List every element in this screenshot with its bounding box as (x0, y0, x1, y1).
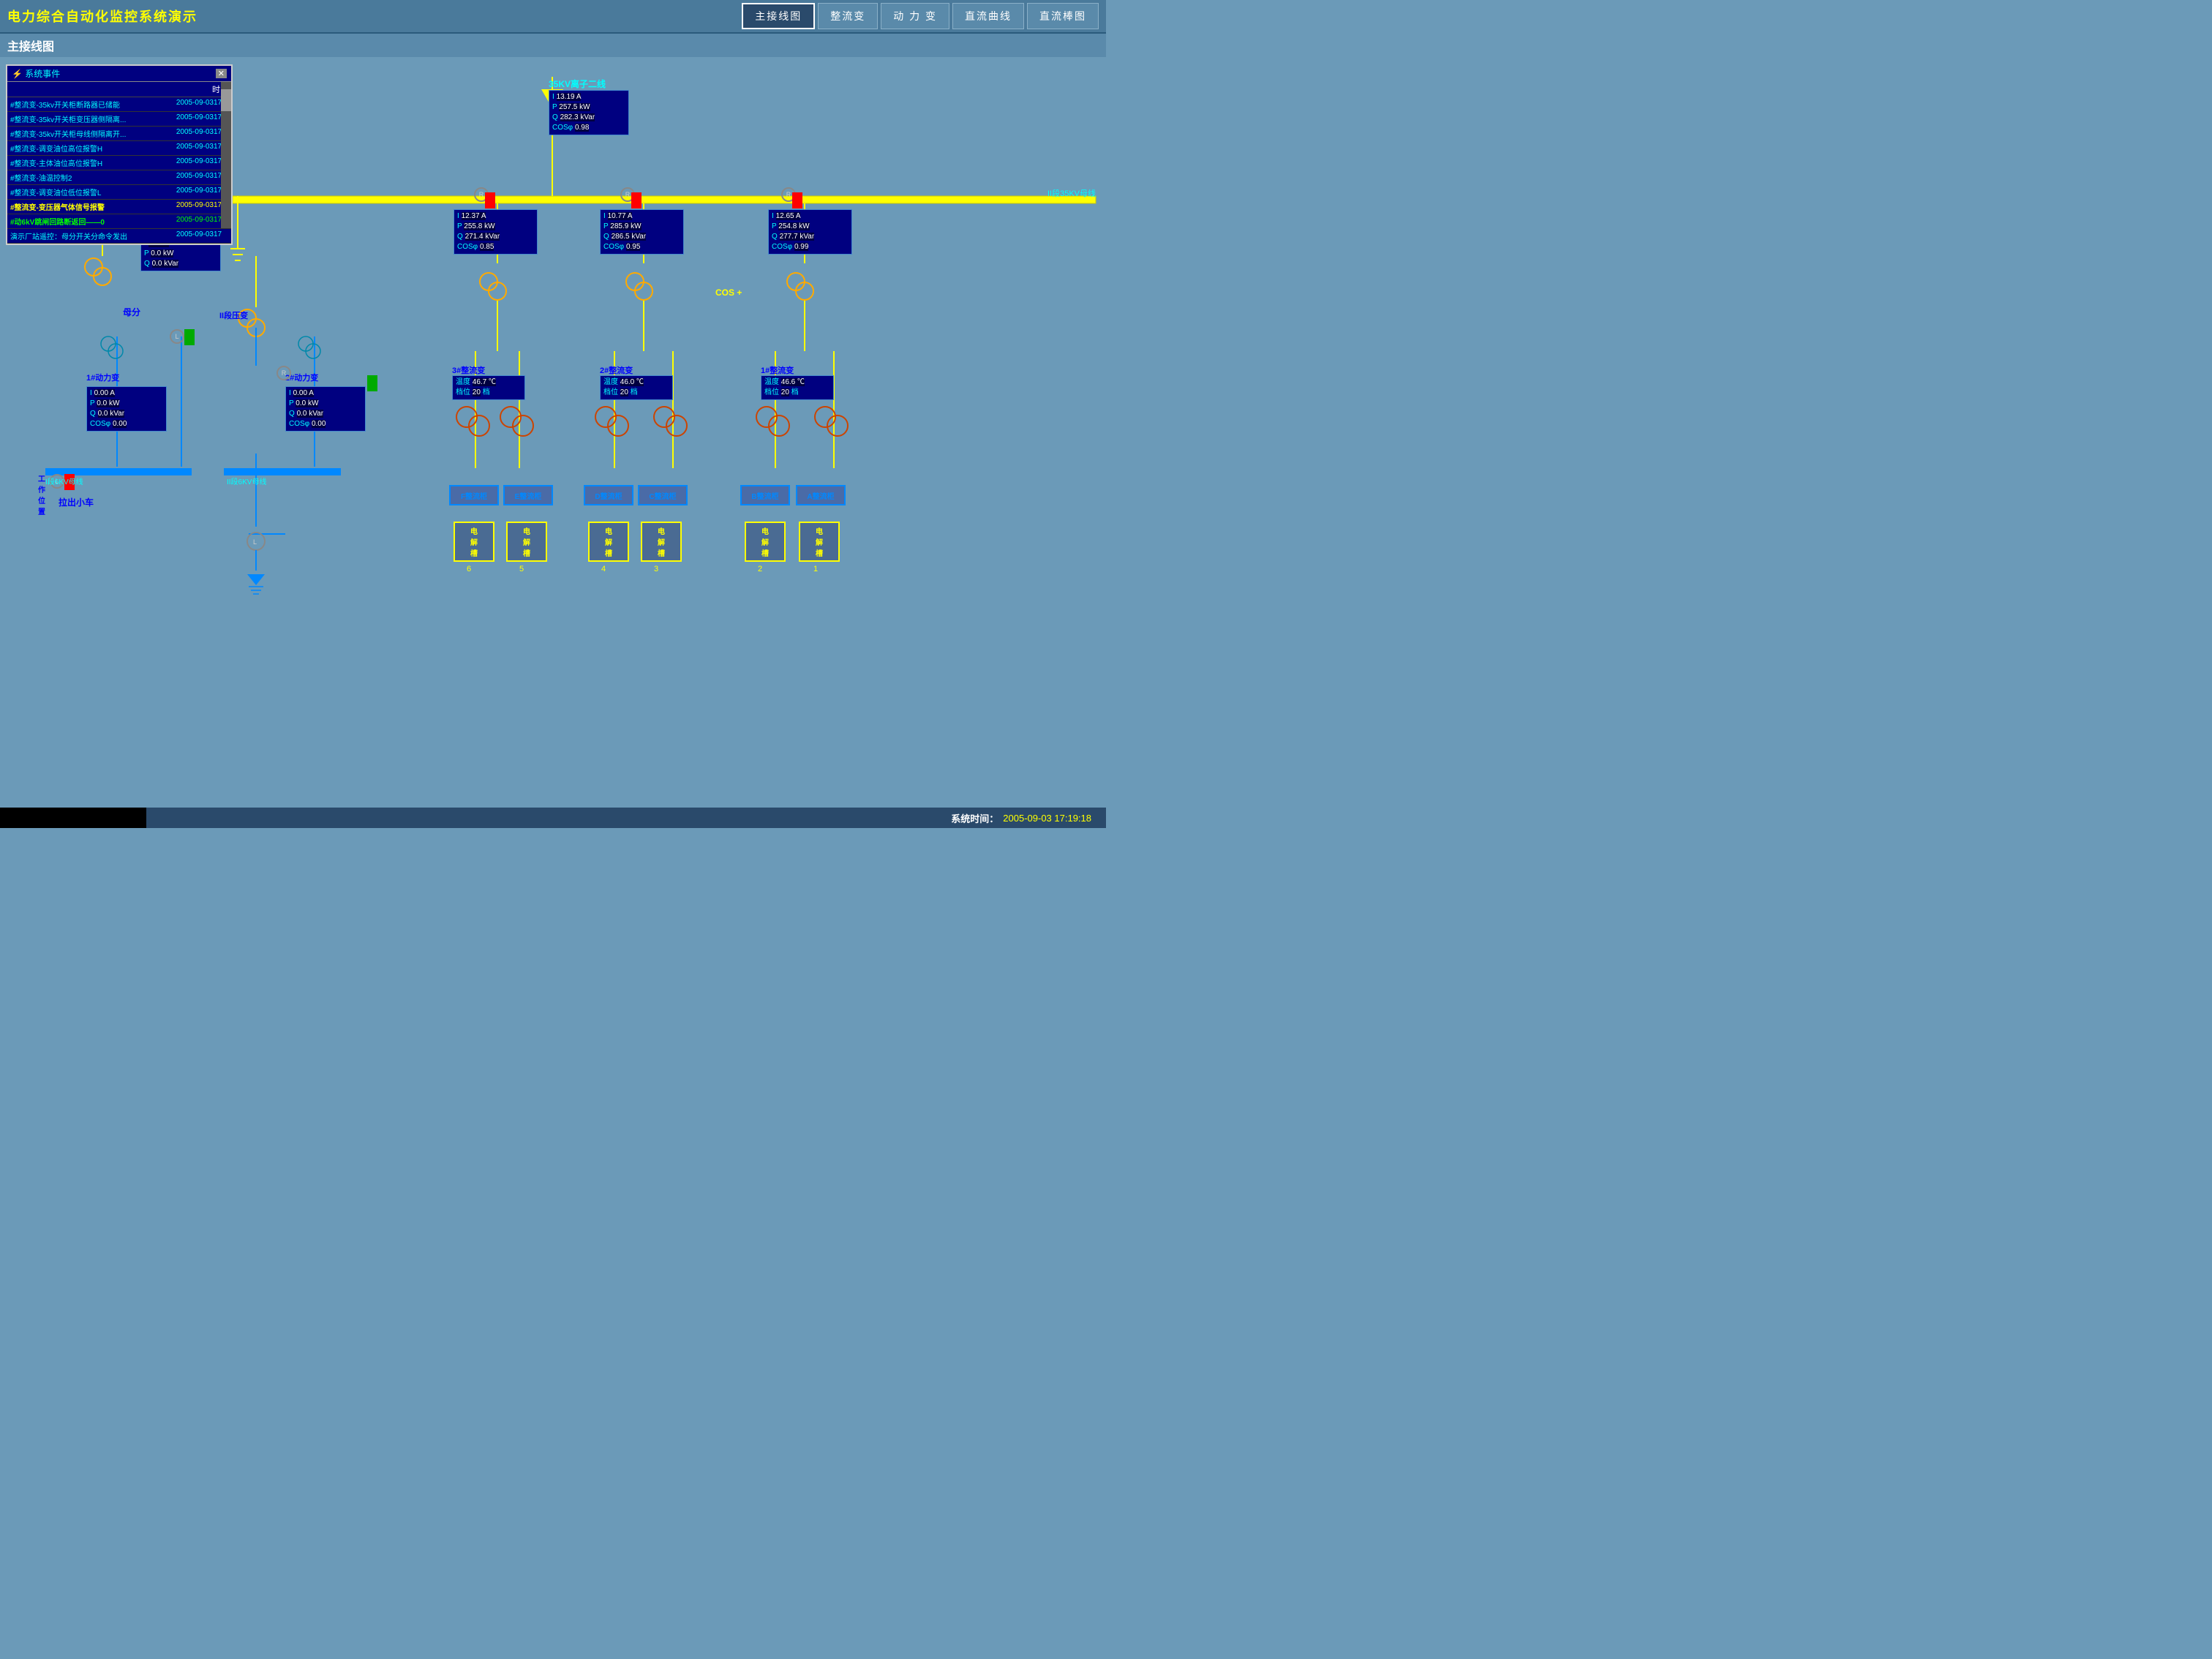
nav-btn-main[interactable]: 主接线图 (742, 3, 815, 29)
event-header-row: 时间 (7, 82, 231, 97)
list-item: #动6kV跳闸回路断返回——0 2005-09-03 17 (7, 214, 231, 229)
cabinet-F[interactable]: F整流柜 (449, 485, 499, 505)
bus-35kv-label: II段35KV母线 (1047, 187, 1096, 199)
tank-3: 电解槽 (641, 522, 682, 562)
cabinet-B[interactable]: B整流柜 (740, 485, 790, 505)
nav-btn-dcurve[interactable]: 直流曲线 (952, 3, 1024, 29)
list-item: #整流变-油温控制2 2005-09-03 17 (7, 170, 231, 185)
rect-green-power2 (367, 375, 377, 391)
tank-num-5: 5 (519, 565, 524, 573)
status-black-box (0, 808, 146, 828)
sub-header: 主接线图 (0, 34, 1106, 57)
rect-red-1 (792, 192, 802, 208)
app-title: 电力综合自动化监控系统演示 (7, 7, 198, 26)
event-title: ⚡ 系统事件 (12, 67, 60, 80)
event-list: #整流变-35kv开关柜断路器已储能 2005-09-03 17 #整流变-35… (7, 97, 231, 244)
tank-num-3: 3 (654, 565, 658, 573)
cabinet-E[interactable]: E整流柜 (503, 485, 553, 505)
svg-text:L: L (253, 538, 257, 546)
rect-red-2 (631, 192, 642, 208)
page-subtitle: 主接线图 (7, 41, 54, 53)
list-item: #整流变-变压器气体信号报警 2005-09-03 17 (7, 200, 231, 214)
nav-btn-dbar[interactable]: 直流棒图 (1027, 3, 1099, 29)
work-pos-label: 工作位置 (38, 473, 45, 516)
pressure2-label: II段压变 (219, 309, 248, 321)
cos-plus-label: COS + (715, 287, 742, 298)
rect2-label: 2#整流变 (600, 364, 633, 376)
rect1-info-box: I 12.65 A P 254.8 kW Q 277.7 kVar COSφ 0… (768, 209, 852, 255)
mother-split-label: 母分 (123, 306, 140, 318)
bus2-6kv-label: II段6KV母线 (227, 475, 266, 486)
list-item: #整流变-35kv开关柜母线侧隔离开... 2005-09-03 17 (7, 127, 231, 141)
status-footer: 系统时间： 2005-09-03 17:19:18 (0, 808, 1106, 828)
tank-num-6: 6 (467, 565, 471, 573)
nav-btn-rectifier[interactable]: 整流变 (818, 3, 878, 29)
tank-5: 电解槽 (506, 522, 547, 562)
rect2-temp-box: 温度 46.0 ℃ 档位 20 档 (600, 375, 673, 400)
bus1-6kv-label: I段6KV母线 (45, 475, 83, 486)
rect3-temp-box: 温度 46.7 ℃ 档位 20 档 (452, 375, 525, 400)
pull-out-label: 拉出小车 (59, 496, 94, 508)
list-item: #整流变-35kv开关柜断路器已储能 2005-09-03 17 (7, 97, 231, 112)
list-item: #整流变-主体油位高位报警H 2005-09-03 17 (7, 156, 231, 170)
line-info-box: I 13.19 A P 257.5 kW Q 282.3 kVar COSφ 0… (549, 90, 629, 135)
line-35kv-label: 35KV离子二线 (549, 78, 606, 90)
nav-btn-power[interactable]: 动 力 变 (881, 3, 949, 29)
rect1-temp-box: 温度 46.6 ℃ 档位 20 档 (761, 375, 834, 400)
cabinet-D[interactable]: D整流柜 (584, 485, 633, 505)
tank-num-4: 4 (601, 565, 606, 573)
status-label: 系统时间： (951, 811, 998, 825)
event-scrollbar[interactable] (221, 82, 231, 228)
rect-green-L (184, 329, 195, 345)
tank-2: 电解槽 (745, 522, 786, 562)
event-close-button[interactable]: ✕ (216, 69, 227, 78)
l-circle-left: L (170, 329, 184, 344)
main-content: L ⚡ 系统事件 ✕ 时间 #整流变-35kv开关柜断路器已储能 2005-09… (0, 57, 1106, 828)
rect3-label: 3#整流变 (452, 364, 485, 376)
power1-info-box: I 0.00 A P 0.0 kW Q 0.0 kVar COSφ 0.00 (86, 386, 167, 432)
status-value: 2005-09-03 17:19:18 (1003, 813, 1091, 824)
cabinet-A[interactable]: A整流柜 (796, 485, 846, 505)
rect2-info-box: I 10.77 A P 285.9 kW Q 286.5 kVar COSφ 0… (600, 209, 684, 255)
list-item: 演示厂站遥控：母分开关分命令发出 2005-09-03 17 (7, 229, 231, 244)
tank-6: 电解槽 (454, 522, 494, 562)
cabinet-C[interactable]: C整流柜 (638, 485, 688, 505)
power1-label: 1#动力变 (86, 372, 119, 383)
power2-info-box: I 0.00 A P 0.0 kW Q 0.0 kVar COSφ 0.00 (285, 386, 366, 432)
tank-1: 电解槽 (799, 522, 840, 562)
rect-red-3 (485, 192, 495, 208)
r-circle-power2: R (276, 366, 291, 380)
tank-4: 电解槽 (588, 522, 629, 562)
event-window: ⚡ 系统事件 ✕ 时间 #整流变-35kv开关柜断路器已储能 2005-09-0… (6, 64, 233, 245)
tank-num-2: 2 (758, 565, 762, 573)
header-bar: 电力综合自动化监控系统演示 主接线图 整流变 动 力 变 直流曲线 直流棒图 (0, 0, 1106, 34)
rect1-label: 1#整流变 (761, 364, 794, 376)
list-item: #整流变-调变油位高位报警H 2005-09-03 17 (7, 141, 231, 156)
rect3-info-box: I 12.37 A P 255.8 kW Q 271.4 kVar COSφ 0… (454, 209, 538, 255)
tank-num-1: 1 (813, 565, 818, 573)
list-item: #整流变-调变油位低位报警L 2005-09-03 17 (7, 185, 231, 200)
nav-buttons: 主接线图 整流变 动 力 变 直流曲线 直流棒图 (742, 3, 1099, 29)
event-title-bar: ⚡ 系统事件 ✕ (7, 66, 231, 82)
list-item: #整流变-35kv开关柜变压器侧隔离... 2005-09-03 17 (7, 112, 231, 127)
